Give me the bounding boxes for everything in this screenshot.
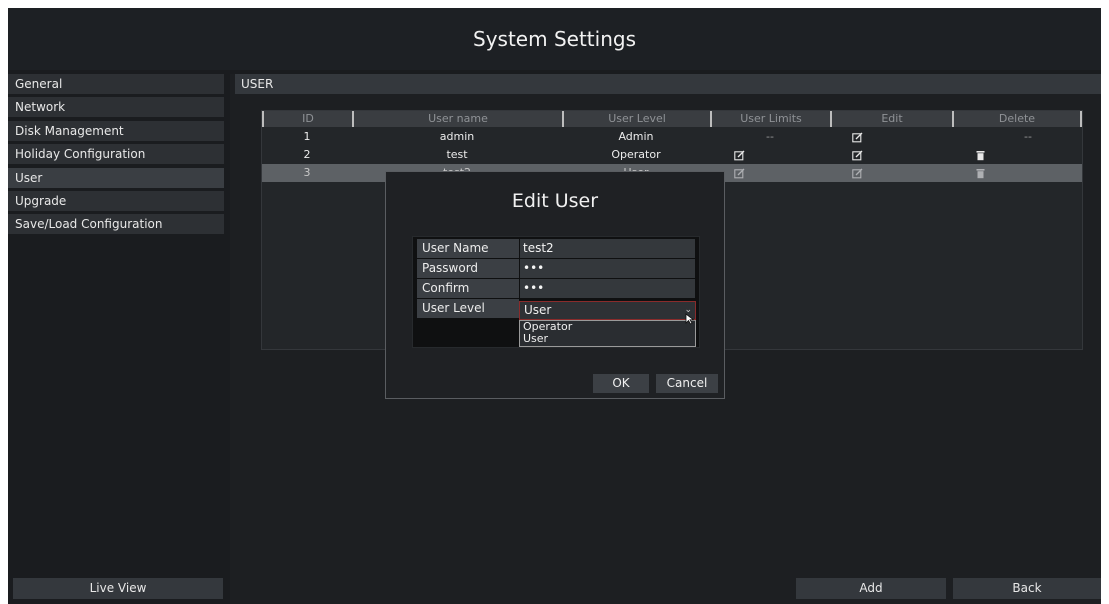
live-view-button[interactable]: Live View: [13, 578, 223, 599]
ok-button[interactable]: OK: [593, 374, 649, 393]
dropdown-option-user[interactable]: User: [520, 333, 695, 345]
edit-icon[interactable]: [852, 132, 863, 143]
sidebar-item-general[interactable]: General: [8, 74, 224, 94]
cell-delete: [952, 146, 1082, 164]
add-button[interactable]: Add: [796, 578, 946, 599]
cell-id: 1: [303, 130, 311, 143]
cell-user-level: Admin: [618, 130, 654, 143]
section-header: USER: [235, 74, 1101, 94]
cell-user-name: test: [446, 148, 468, 161]
password-label: Password: [417, 259, 519, 278]
password-field[interactable]: •••: [520, 259, 695, 278]
edit-icon[interactable]: [852, 168, 863, 179]
user-name-field[interactable]: test2: [520, 239, 695, 258]
password-row: Password •••: [417, 259, 695, 278]
column-header-user-limits: User Limits: [710, 111, 830, 127]
edit-icon[interactable]: [734, 168, 745, 179]
back-button[interactable]: Back: [953, 578, 1101, 599]
sidebar-item-save-load-configuration[interactable]: Save/Load Configuration: [8, 214, 224, 235]
cell-user-limits: [710, 146, 830, 164]
cell-delete: [952, 164, 1082, 182]
mouse-cursor-icon: [685, 313, 695, 325]
edit-icon[interactable]: [734, 150, 745, 161]
cancel-button[interactable]: Cancel: [656, 374, 718, 393]
cell-id: 3: [303, 166, 311, 179]
column-header-delete: Delete: [952, 111, 1082, 127]
user-level-label: User Level: [417, 299, 519, 318]
column-header-id: ID: [262, 111, 352, 127]
cell-user-name: admin: [439, 130, 475, 143]
trash-icon[interactable]: [975, 168, 986, 179]
cell-delete: --: [1024, 130, 1032, 143]
table-row[interactable]: 2 test Operator: [262, 146, 1082, 164]
sidebar-item-disk-management[interactable]: Disk Management: [8, 120, 224, 141]
cell-user-limits: --: [766, 130, 774, 143]
cell-id: 2: [303, 148, 311, 161]
table-header: ID User name User Level User Limits Edit…: [262, 111, 1082, 127]
dialog-title: Edit User: [511, 190, 599, 212]
confirm-password-row: Confirm Password •••: [417, 279, 695, 314]
sidebar: General Network Disk Management Holiday …: [8, 74, 224, 238]
column-header-user-name: User name: [352, 111, 562, 127]
user-name-row: User Name test2: [417, 239, 695, 258]
cell-edit: [830, 146, 952, 164]
cell-user-level: Operator: [611, 148, 661, 161]
sidebar-item-network[interactable]: Network: [8, 97, 224, 118]
cell-edit: [830, 128, 952, 146]
cell-user-limits: [710, 164, 830, 182]
user-level-select[interactable]: User ⌄: [519, 301, 696, 320]
edit-user-form: User Name test2 Password ••• Confirm Pas…: [412, 236, 700, 348]
table-row[interactable]: 1 admin Admin -- --: [262, 128, 1082, 146]
column-header-user-level: User Level: [562, 111, 710, 127]
cell-edit: [830, 164, 952, 182]
user-level-selected-value: User: [524, 303, 552, 317]
title-bar: System Settings: [8, 8, 1101, 70]
user-level-row: User Level: [417, 299, 519, 318]
user-level-dropdown: Operator User: [519, 320, 696, 347]
edit-icon[interactable]: [852, 150, 863, 161]
edit-user-dialog: Edit User User Name test2 Password ••• C…: [385, 171, 725, 399]
user-name-label: User Name: [417, 239, 519, 258]
column-header-edit: Edit: [830, 111, 952, 127]
sidebar-item-user[interactable]: User: [8, 167, 224, 188]
sidebar-item-upgrade[interactable]: Upgrade: [8, 190, 224, 211]
confirm-password-field[interactable]: •••: [520, 279, 695, 298]
trash-icon[interactable]: [975, 150, 986, 161]
confirm-password-label: Confirm Password: [417, 279, 519, 314]
page-title: System Settings: [473, 27, 636, 51]
sidebar-item-holiday-configuration[interactable]: Holiday Configuration: [8, 144, 224, 165]
